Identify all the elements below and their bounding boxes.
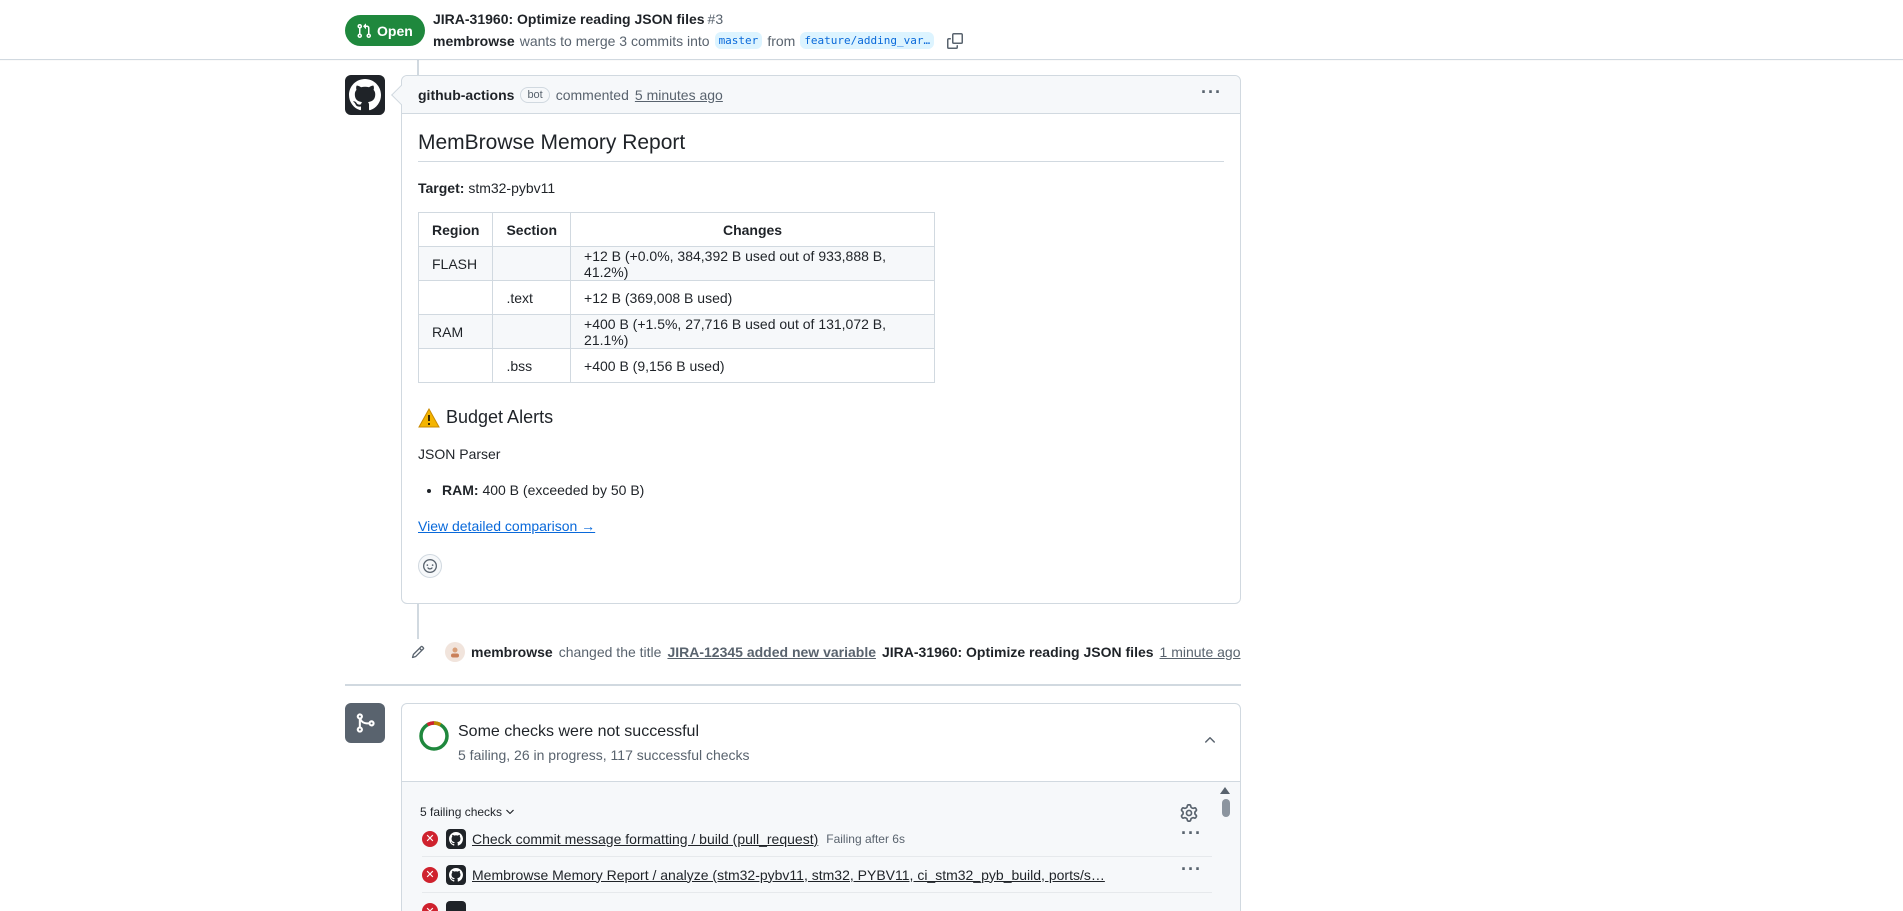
table-cell <box>417 348 494 383</box>
checks-panel: Some checks were not successful 5 failin… <box>401 703 1241 911</box>
pr-state-label: Open <box>377 22 413 39</box>
table-cell: +12 B (+0.0%, 384,392 B used out of 933,… <box>570 246 936 281</box>
pr-title-text: JIRA-31960: Optimize reading JSON files <box>433 11 705 27</box>
table-header: Changes <box>570 212 936 247</box>
check-status-ring-icon <box>419 721 449 751</box>
event-author[interactable]: membrowse <box>471 644 553 660</box>
pencil-icon <box>405 639 431 665</box>
x-circle-fail-icon: ✕ <box>422 903 438 911</box>
pull-request-icon <box>357 23 372 38</box>
table-cell <box>492 314 572 349</box>
table-cell: FLASH <box>417 246 494 281</box>
table-cell <box>417 280 494 315</box>
warning-icon <box>418 407 440 427</box>
table-header: Region <box>417 212 494 247</box>
new-title: JIRA-31960: Optimize reading JSON files <box>882 644 1154 660</box>
failing-checks-label: 5 failing checks <box>420 805 503 819</box>
check-row[interactable]: ✕ Membrowse Memory Report / analyze (stm… <box>422 857 1212 893</box>
comment-header: github-actions bot commented 5 minutes a… <box>402 76 1240 114</box>
table-cell: .bss <box>492 348 572 383</box>
membrowse-avatar[interactable] <box>445 642 465 662</box>
table-cell: +12 B (369,008 B used) <box>570 280 936 315</box>
check-options-icon[interactable]: ··· <box>1181 860 1202 878</box>
list-item: RAM: 400 B (exceeded by 50 B) <box>442 482 1224 498</box>
pr-state-badge: Open <box>345 15 425 46</box>
check-row-partial[interactable]: ✕ <box>422 893 1212 911</box>
event-timestamp[interactable]: 1 minute ago <box>1160 644 1241 660</box>
alert-label: RAM: <box>442 482 479 498</box>
bot-badge: bot <box>520 86 550 103</box>
table-cell: .text <box>492 280 572 315</box>
chevron-down-icon <box>506 809 514 815</box>
table-cell <box>492 246 572 281</box>
github-logo-icon <box>446 864 466 885</box>
table-cell: +400 B (+1.5%, 27,716 B used out of 131,… <box>570 314 936 349</box>
check-row[interactable]: ✕ Check commit message formatting / buil… <box>422 821 1212 857</box>
table-row: .bss +400 B (9,156 B used) <box>417 348 936 383</box>
checks-title: Some checks were not successful <box>458 723 699 740</box>
x-circle-fail-icon: ✕ <box>422 830 438 847</box>
alert-text: 400 B (exceeded by 50 B) <box>482 482 645 498</box>
pr-author-link[interactable]: membrowse <box>433 33 515 49</box>
report-target: Target: stm32-pybv11 <box>418 180 1224 196</box>
github-logo-icon <box>446 828 466 849</box>
budget-alerts-heading: Budget Alerts <box>418 407 1224 428</box>
comment-action: commented <box>555 86 629 103</box>
smiley-icon <box>423 559 437 573</box>
comment-options-icon[interactable]: ··· <box>1201 83 1222 101</box>
git-merge-icon <box>345 703 385 743</box>
table-header-row: Region Section Changes <box>417 212 936 247</box>
head-branch[interactable]: feature/adding_var… <box>800 32 935 49</box>
target-value: stm32-pybv11 <box>468 180 556 196</box>
parser-title: JSON Parser <box>418 446 501 462</box>
table-cell: RAM <box>417 314 494 349</box>
report-title: MemBrowse Memory Report <box>418 131 1224 162</box>
add-reaction-button[interactable] <box>418 554 442 578</box>
check-options-icon[interactable]: ··· <box>1181 824 1202 842</box>
table-row: RAM +400 B (+1.5%, 27,716 B used out of … <box>417 314 936 349</box>
checks-summary[interactable]: Some checks were not successful 5 failin… <box>402 704 1240 782</box>
target-label: Target: <box>418 180 465 196</box>
table-cell: +400 B (9,156 B used) <box>570 348 936 383</box>
chevron-up-icon[interactable] <box>1202 732 1218 748</box>
github-logo-icon <box>446 901 466 911</box>
failing-checks-toggle[interactable]: 5 failing checks <box>420 805 516 819</box>
alert-list: RAM: 400 B (exceeded by 50 B) <box>418 482 1224 498</box>
from-text: from <box>767 32 796 49</box>
check-status: Failing after 6s <box>826 831 905 846</box>
comment-timestamp[interactable]: 5 minutes ago <box>635 87 723 103</box>
pr-merge-info: membrowse wants to merge 3 commits into … <box>433 32 964 49</box>
comment-author[interactable]: github-actions <box>418 87 514 103</box>
event-action: changed the title <box>558 644 662 660</box>
pr-number: #3 <box>707 11 724 27</box>
check-name-link[interactable]: Check commit message formatting / build … <box>472 831 818 847</box>
comment-body: MemBrowse Memory Report Target: stm32-py… <box>402 131 1240 578</box>
pr-title[interactable]: JIRA-31960: Optimize reading JSON files #… <box>433 11 723 27</box>
table-header: Section <box>492 212 572 247</box>
copy-icon[interactable] <box>947 32 964 49</box>
base-branch[interactable]: master <box>714 32 763 49</box>
timeline-separator <box>345 684 1241 686</box>
view-comparison-link[interactable]: View detailed comparison → <box>418 518 595 534</box>
x-circle-fail-icon: ✕ <box>422 866 438 883</box>
scrollbar-thumb[interactable] <box>1222 799 1230 817</box>
github-actions-avatar[interactable] <box>345 75 385 115</box>
title-change-event: membrowse changed the title JIRA-12345 a… <box>405 638 1240 666</box>
merge-text: wants to merge 3 commits into <box>519 32 710 49</box>
scroll-up-arrow-icon[interactable] <box>1220 787 1230 794</box>
bot-comment: github-actions bot commented 5 minutes a… <box>391 75 1241 604</box>
memory-table: Region Section Changes FLASH +12 B (+0.0… <box>417 212 936 383</box>
old-title: JIRA-12345 added new variable <box>667 644 876 660</box>
github-logo-icon <box>349 79 381 111</box>
sticky-pr-header: Open JIRA-31960: Optimize reading JSON f… <box>0 0 1903 60</box>
table-row: .text +12 B (369,008 B used) <box>417 280 936 315</box>
gear-icon[interactable] <box>1180 804 1198 822</box>
check-name-link[interactable]: Membrowse Memory Report / analyze (stm32… <box>472 867 1105 883</box>
checks-list: 5 failing checks ✕ Check commit message … <box>402 782 1240 911</box>
table-row: FLASH +12 B (+0.0%, 384,392 B used out o… <box>417 246 936 281</box>
budget-alerts-title: Budget Alerts <box>446 407 554 427</box>
checks-summary-text: 5 failing, 26 in progress, 117 successfu… <box>458 747 750 763</box>
